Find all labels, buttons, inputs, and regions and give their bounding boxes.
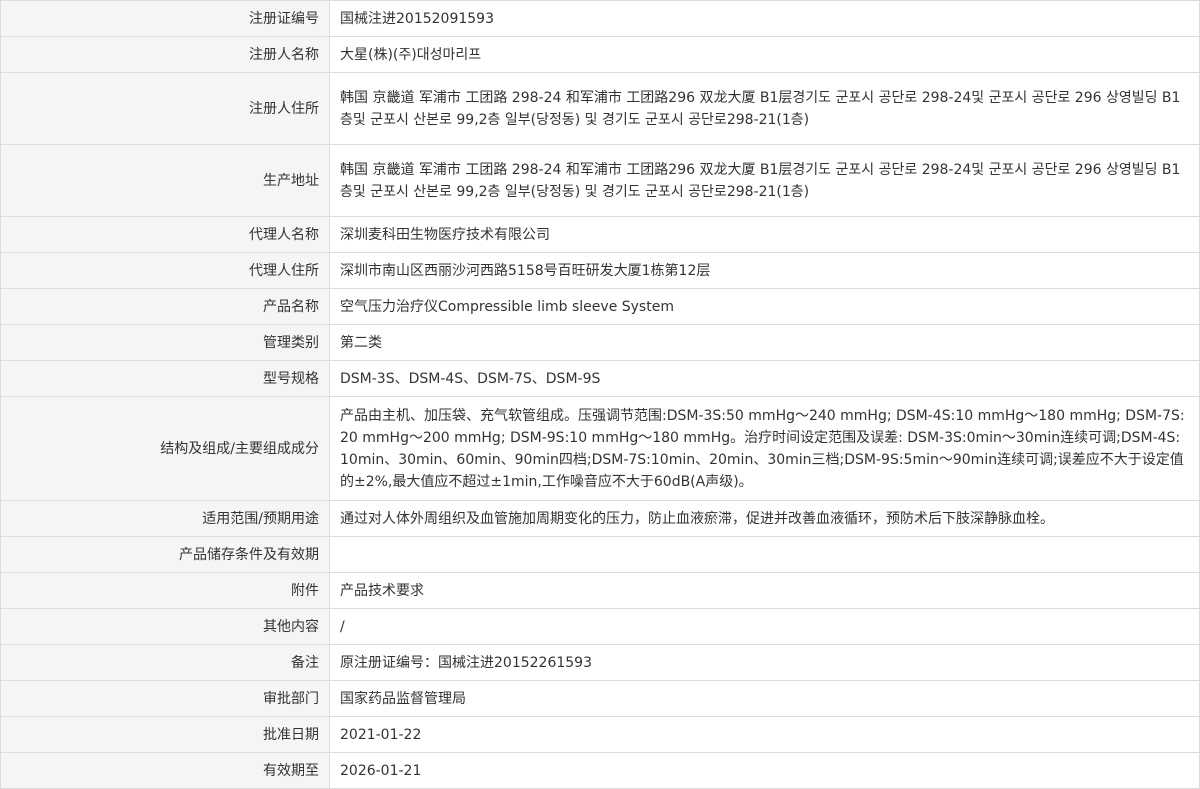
- row-value: 产品技术要求: [329, 572, 1200, 609]
- table-row: 型号规格 DSM-3S、DSM-4S、DSM-7S、DSM-9S: [0, 360, 1200, 397]
- row-value: 原注册证编号：国械注进20152261593: [329, 644, 1200, 681]
- row-value: 韩国 京畿道 军浦市 工团路 298-24 和军浦市 工团路296 双龙大厦 B…: [329, 72, 1200, 145]
- row-label: 适用范围/预期用途: [0, 500, 330, 537]
- row-value: 2026-01-21: [329, 752, 1200, 789]
- row-label: 注册人住所: [0, 72, 330, 145]
- row-label: 产品名称: [0, 288, 330, 325]
- table-row: 产品名称 空气压力治疗仪Compressible limb sleeve Sys…: [0, 288, 1200, 325]
- row-label: 其他内容: [0, 608, 330, 645]
- table-row: 有效期至 2026-01-21: [0, 752, 1200, 789]
- row-value: DSM-3S、DSM-4S、DSM-7S、DSM-9S: [329, 360, 1200, 397]
- row-value: 通过对人体外周组织及血管施加周期变化的压力，防止血液瘀滞，促进并改善血液循环，预…: [329, 500, 1200, 537]
- table-row: 注册证编号 国械注进20152091593: [0, 0, 1200, 37]
- row-value: 深圳麦科田生物医疗技术有限公司: [329, 216, 1200, 253]
- row-label: 生产地址: [0, 144, 330, 217]
- table-row: 注册人住所 韩国 京畿道 军浦市 工团路 298-24 和军浦市 工团路296 …: [0, 72, 1200, 145]
- row-value: 第二类: [329, 324, 1200, 361]
- row-label: 注册人名称: [0, 36, 330, 73]
- table-row: 代理人名称 深圳麦科田生物医疗技术有限公司: [0, 216, 1200, 253]
- row-label: 管理类别: [0, 324, 330, 361]
- row-label: 代理人名称: [0, 216, 330, 253]
- row-label: 代理人住所: [0, 252, 330, 289]
- registration-detail-table: 注册证编号 国械注进20152091593 注册人名称 大星(株)(주)대성마리…: [0, 0, 1200, 789]
- row-label: 产品储存条件及有效期: [0, 536, 330, 573]
- row-value: 空气压力治疗仪Compressible limb sleeve System: [329, 288, 1200, 325]
- table-row: 代理人住所 深圳市南山区西丽沙河西路5158号百旺研发大厦1栋第12层: [0, 252, 1200, 289]
- row-value: 韩国 京畿道 军浦市 工团路 298-24 和军浦市 工团路296 双龙大厦 B…: [329, 144, 1200, 217]
- table-row: 产品储存条件及有效期: [0, 536, 1200, 573]
- table-row: 其他内容 /: [0, 608, 1200, 645]
- row-value: 深圳市南山区西丽沙河西路5158号百旺研发大厦1栋第12层: [329, 252, 1200, 289]
- table-row: 生产地址 韩国 京畿道 军浦市 工团路 298-24 和军浦市 工团路296 双…: [0, 144, 1200, 217]
- table-row: 注册人名称 大星(株)(주)대성마리프: [0, 36, 1200, 73]
- table-row: 结构及组成/主要组成成分 产品由主机、加压袋、充气软管组成。压强调节范围:DSM…: [0, 396, 1200, 501]
- row-label: 有效期至: [0, 752, 330, 789]
- row-label: 批准日期: [0, 716, 330, 753]
- row-label: 型号规格: [0, 360, 330, 397]
- row-value: 大星(株)(주)대성마리프: [329, 36, 1200, 73]
- table-row: 附件 产品技术要求: [0, 572, 1200, 609]
- row-value: 国家药品监督管理局: [329, 680, 1200, 717]
- row-value: /: [329, 608, 1200, 645]
- row-label: 附件: [0, 572, 330, 609]
- row-value: 产品由主机、加压袋、充气软管组成。压强调节范围:DSM-3S:50 mmHg～2…: [329, 396, 1200, 501]
- row-label: 结构及组成/主要组成成分: [0, 396, 330, 501]
- table-row: 备注 原注册证编号：国械注进20152261593: [0, 644, 1200, 681]
- row-value: 2021-01-22: [329, 716, 1200, 753]
- table-row: 审批部门 国家药品监督管理局: [0, 680, 1200, 717]
- row-label: 备注: [0, 644, 330, 681]
- row-value: 国械注进20152091593: [329, 0, 1200, 37]
- table-row: 管理类别 第二类: [0, 324, 1200, 361]
- row-label: 注册证编号: [0, 0, 330, 37]
- row-value: [329, 536, 1200, 573]
- table-row: 批准日期 2021-01-22: [0, 716, 1200, 753]
- table-row: 适用范围/预期用途 通过对人体外周组织及血管施加周期变化的压力，防止血液瘀滞，促…: [0, 500, 1200, 537]
- row-label: 审批部门: [0, 680, 330, 717]
